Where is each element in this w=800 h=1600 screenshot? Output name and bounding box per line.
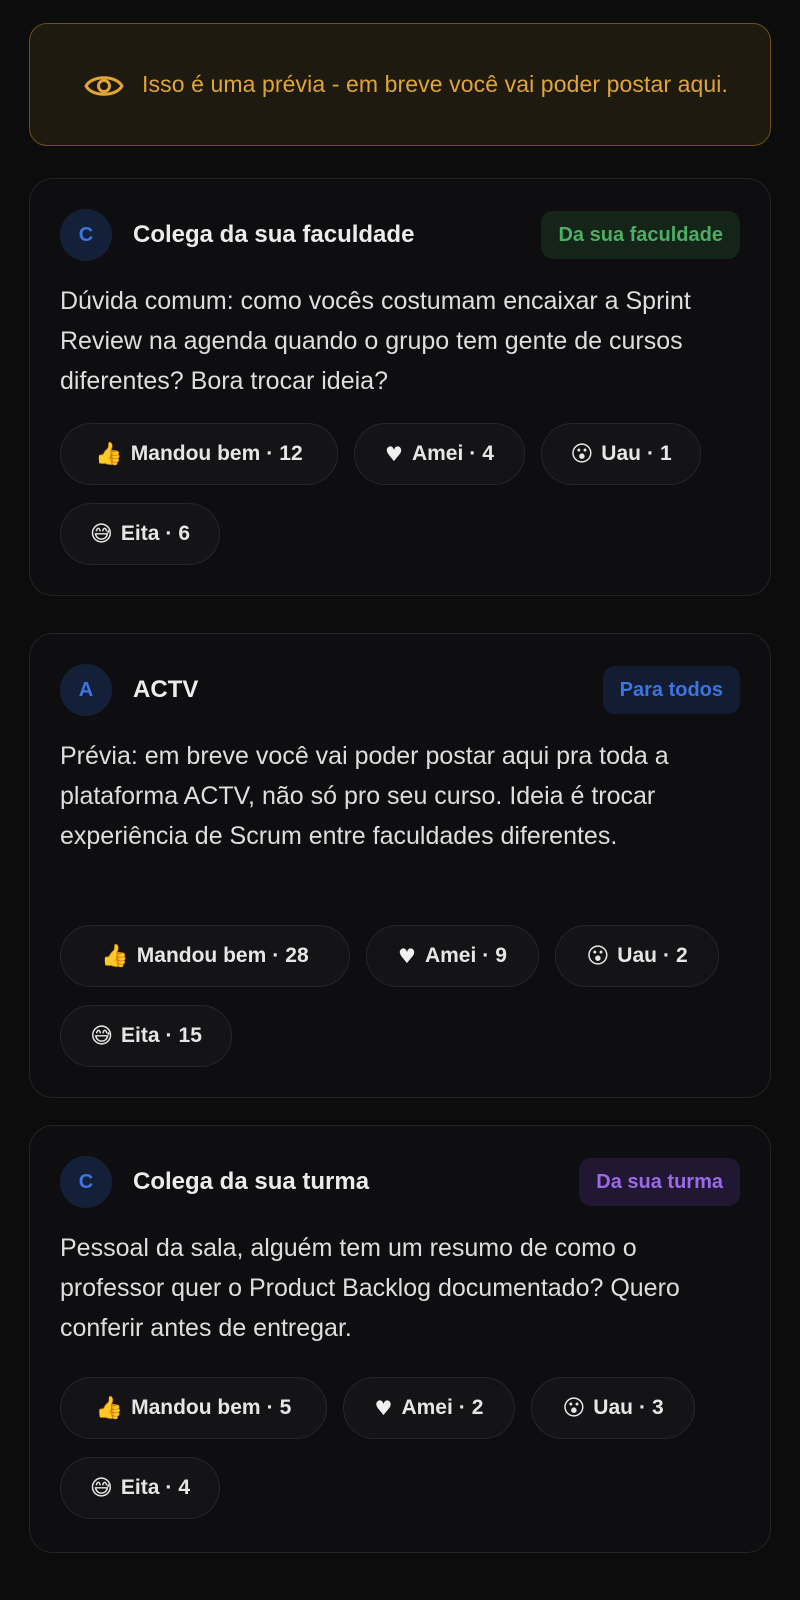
reaction-label: Eita — [120, 522, 160, 545]
thumbs-up-icon: 👍 — [95, 441, 123, 467]
reaction-count: 15 — [178, 1024, 202, 1047]
reaction-count: 9 — [495, 944, 507, 967]
reaction-label: Amei — [424, 944, 477, 967]
sweat-smile-icon: 😅 — [89, 521, 113, 547]
reaction-uau-button[interactable]: 😮 Uau · 2 — [555, 925, 719, 987]
heart-icon: ♥ — [374, 1396, 393, 1420]
post-header: C Colega da sua turma Da sua turma — [60, 1156, 740, 1208]
reaction-count: 6 — [178, 522, 191, 545]
surprised-face-icon: 😮 — [586, 943, 610, 969]
heart-icon: ♥ — [385, 442, 403, 466]
reaction-mandou-bem-button[interactable]: 👍 Mandou bem · 28 — [60, 925, 350, 987]
reaction-uau-button[interactable]: 😮 Uau · 1 — [541, 423, 701, 485]
reaction-amei-button[interactable]: ♥ Amei · 9 — [366, 925, 539, 987]
post-author: Colega da sua turma — [133, 1168, 370, 1195]
reaction-count: 12 — [279, 442, 303, 465]
heart-icon: ♥ — [398, 944, 416, 968]
avatar: C — [60, 209, 112, 261]
reaction-count: 2 — [675, 944, 688, 967]
eye-icon — [84, 76, 124, 96]
post-header: A ACTV Para todos — [60, 664, 740, 716]
preview-notice: Isso é uma prévia - em breve você vai po… — [29, 23, 771, 146]
avatar: C — [60, 1156, 112, 1208]
sweat-smile-icon: 😅 — [89, 1475, 113, 1501]
reaction-eita-button[interactable]: 😅 Eita · 6 — [60, 503, 220, 565]
post-card: C Colega da sua faculdade Da sua faculda… — [29, 178, 771, 596]
reaction-count: 3 — [651, 1396, 664, 1419]
reaction-count: 4 — [482, 442, 494, 465]
thumbs-up-icon: 👍 — [101, 943, 129, 969]
audience-badge: Da sua faculdade — [541, 211, 740, 259]
reaction-label: Mandou bem — [130, 442, 261, 465]
reaction-count: 2 — [471, 1396, 484, 1419]
surprised-face-icon: 😮 — [570, 441, 594, 467]
reaction-eita-button[interactable]: 😅 Eita · 4 — [60, 1457, 220, 1519]
reaction-count: 1 — [659, 442, 672, 465]
reaction-count: 28 — [285, 944, 309, 967]
reaction-label: Uau — [593, 1396, 633, 1419]
post-body: Prévia: em breve você vai poder postar a… — [60, 742, 669, 850]
post-body: Pessoal da sala, alguém tem um resumo de… — [60, 1234, 680, 1342]
reaction-label: Amei — [401, 1396, 453, 1419]
reaction-mandou-bem-button[interactable]: 👍 Mandou bem · 12 — [60, 423, 338, 485]
reaction-label: Uau — [617, 944, 657, 967]
reaction-label: Amei — [411, 442, 464, 465]
reaction-amei-button[interactable]: ♥ Amei · 4 — [354, 423, 525, 485]
reaction-label: Eita — [121, 1024, 160, 1047]
avatar: A — [60, 664, 112, 716]
reaction-count: 5 — [279, 1396, 292, 1419]
thumbs-up-icon: 👍 — [95, 1395, 124, 1421]
sweat-smile-icon: 😅 — [90, 1023, 114, 1049]
reaction-eita-button[interactable]: 😅 Eita · 15 — [60, 1005, 232, 1067]
reaction-count: 4 — [178, 1476, 191, 1499]
reaction-label: Uau — [601, 442, 641, 465]
reaction-label: Mandou bem — [131, 1396, 261, 1419]
post-author: ACTV — [133, 676, 199, 703]
surprised-face-icon: 😮 — [562, 1395, 586, 1421]
reaction-uau-button[interactable]: 😮 Uau · 3 — [531, 1377, 695, 1439]
post-author: Colega da sua faculdade — [133, 221, 415, 248]
reaction-label: Eita — [120, 1476, 160, 1499]
reaction-mandou-bem-button[interactable]: 👍 Mandou bem · 5 — [60, 1377, 327, 1439]
reaction-amei-button[interactable]: ♥ Amei · 2 — [343, 1377, 515, 1439]
post-card: A ACTV Para todos Prévia: em breve você … — [29, 633, 771, 1098]
post-body: Dúvida comum: como vocês costumam encaix… — [60, 287, 691, 395]
preview-notice-text: Isso é uma prévia - em breve você vai po… — [142, 71, 729, 97]
audience-badge: Para todos — [602, 666, 740, 714]
post-header: C Colega da sua faculdade Da sua faculda… — [60, 209, 740, 261]
reaction-label: Mandou bem — [136, 944, 267, 967]
post-card: C Colega da sua turma Da sua turma Pesso… — [29, 1125, 771, 1553]
audience-badge: Da sua turma — [579, 1158, 740, 1206]
